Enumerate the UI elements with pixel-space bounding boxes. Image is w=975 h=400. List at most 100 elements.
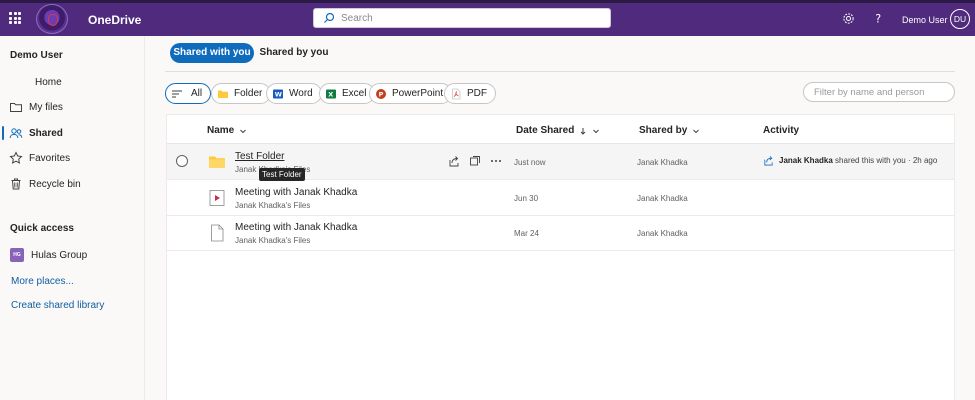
chip-label: Word <box>289 88 313 99</box>
sidebar-item-recycle-bin[interactable]: Recycle bin <box>0 174 144 194</box>
share-activity-icon <box>764 156 773 166</box>
activity-text: shared this with you · 2h ago <box>835 156 938 165</box>
chevron-down-icon <box>693 129 700 133</box>
sidebar-item-label: Recycle bin <box>29 178 81 190</box>
file-name-link[interactable]: Meeting with Janak Khadka <box>235 222 357 233</box>
trash-icon <box>11 178 21 190</box>
column-header-date-shared[interactable]: Date Shared <box>516 125 600 136</box>
copy-link-icon[interactable] <box>469 155 481 167</box>
excel-icon: X <box>326 89 336 98</box>
row-select-radio[interactable] <box>176 155 188 167</box>
header-label: Name <box>207 125 235 136</box>
people-icon <box>9 128 23 139</box>
filter-chip-powerpoint[interactable]: P PowerPoint <box>369 83 453 104</box>
create-shared-library-link[interactable]: Create shared library <box>11 300 104 311</box>
sidebar-item-label: Hulas Group <box>31 249 88 261</box>
date-shared: Just now <box>514 158 546 167</box>
video-file-icon <box>209 190 225 206</box>
sidebar-item-label: My files <box>29 101 63 113</box>
user-name[interactable]: Demo User <box>902 15 948 25</box>
quick-access-heading: Quick access <box>10 223 74 234</box>
file-name-tooltip: Test Folder <box>259 168 305 181</box>
organization-logo <box>36 4 68 34</box>
group-badge: HG <box>10 248 24 262</box>
sidebar-item-label: Home <box>35 76 62 88</box>
sidebar: Demo User Home My files Shared Favorites… <box>0 36 145 400</box>
folder-icon <box>218 90 228 98</box>
file-name-link[interactable]: Test Folder <box>235 151 284 162</box>
header-label: Activity <box>763 125 800 136</box>
chip-label: PDF <box>467 88 487 99</box>
pdf-icon <box>452 88 461 99</box>
folder-icon <box>10 103 22 112</box>
home-icon <box>9 75 23 89</box>
svg-text:?: ? <box>875 13 881 25</box>
sidebar-item-label: Favorites <box>29 152 71 164</box>
app-name[interactable]: OneDrive <box>88 13 141 27</box>
tab-shared-by-you[interactable]: Shared by you <box>259 43 329 63</box>
sidebar-item-label: Shared <box>29 127 63 139</box>
user-avatar[interactable]: DU <box>950 9 970 29</box>
filter-chip-folder[interactable]: Folder <box>211 83 272 104</box>
filter-box[interactable] <box>803 82 955 102</box>
date-shared: Mar 24 <box>514 229 539 238</box>
chip-label: All <box>191 88 203 99</box>
shared-by: Janak Khadka <box>637 194 688 203</box>
file-location: Janak Khadka's Files <box>235 201 311 210</box>
help-icon[interactable]: ? <box>872 12 885 25</box>
svg-text:P: P <box>379 90 384 98</box>
sidebar-item-my-files[interactable]: My files <box>0 97 144 117</box>
search-icon <box>324 12 335 23</box>
column-header-name[interactable]: Name <box>207 125 247 136</box>
powerpoint-icon: P <box>376 88 386 99</box>
filter-chip-pdf[interactable]: PDF <box>444 83 496 104</box>
chip-label: Excel <box>342 88 367 99</box>
activity-person: Janak Khadka <box>779 156 833 165</box>
filter-lines-icon <box>172 90 182 97</box>
column-header-shared-by[interactable]: Shared by <box>639 125 700 136</box>
filter-by-name-input[interactable] <box>814 86 949 99</box>
sidebar-item-home[interactable]: Home <box>0 72 144 92</box>
date-shared: Jun 30 <box>514 194 539 203</box>
filter-chip-excel[interactable]: X Excel <box>319 83 376 104</box>
star-icon <box>9 151 23 164</box>
chevron-down-icon <box>240 129 247 133</box>
sidebar-user-name: Demo User <box>10 50 63 61</box>
tab-shared-with-you[interactable]: Shared with you <box>170 43 254 63</box>
folder-icon <box>209 156 225 168</box>
generic-file-icon <box>211 224 224 242</box>
file-location: Janak Khadka's Files <box>235 236 311 245</box>
sidebar-item-favorites[interactable]: Favorites <box>0 148 144 168</box>
search-input[interactable] <box>341 11 601 26</box>
shared-by: Janak Khadka <box>637 229 688 238</box>
activity-cell: Janak Khadka shared this with you · 2h a… <box>763 155 937 166</box>
header-label: Shared by <box>639 125 688 136</box>
app-launcher-icon[interactable] <box>9 12 21 24</box>
chevron-down-icon <box>593 129 600 133</box>
svg-text:X: X <box>328 90 333 98</box>
settings-gear-icon[interactable] <box>842 12 855 25</box>
sidebar-item-shared[interactable]: Shared <box>0 123 144 143</box>
top-bar: OneDrive ? Demo User DU <box>0 0 975 36</box>
svg-text:W: W <box>275 90 282 98</box>
share-icon[interactable] <box>448 155 460 167</box>
shared-files-table: Name Date Shared Shared by Activity Test… <box>166 114 955 400</box>
chip-label: PowerPoint <box>392 88 444 99</box>
filter-chip-all[interactable]: All <box>165 83 212 104</box>
sidebar-item-hulas-group[interactable]: HG Hulas Group <box>0 245 144 265</box>
chip-label: Folder <box>234 88 263 99</box>
word-icon: W <box>273 89 283 98</box>
column-header-activity: Activity <box>763 125 799 136</box>
sort-descending-arrow-icon <box>581 127 586 135</box>
table-row[interactable]: Meeting with Janak Khadka Janak Khadka's… <box>167 180 954 216</box>
shared-by: Janak Khadka <box>637 158 688 167</box>
tab-divider <box>165 71 955 72</box>
main-content: Shared with you Shared by you All Folder… <box>145 36 975 400</box>
file-name-link[interactable]: Meeting with Janak Khadka <box>235 187 357 198</box>
filter-chip-word[interactable]: W Word <box>266 83 322 104</box>
table-row[interactable]: Meeting with Janak Khadka Janak Khadka's… <box>167 215 954 251</box>
more-places-link[interactable]: More places... <box>11 276 74 287</box>
search-box[interactable] <box>313 8 611 28</box>
header-label: Date Shared <box>516 125 575 136</box>
more-options-icon[interactable] <box>490 155 502 167</box>
